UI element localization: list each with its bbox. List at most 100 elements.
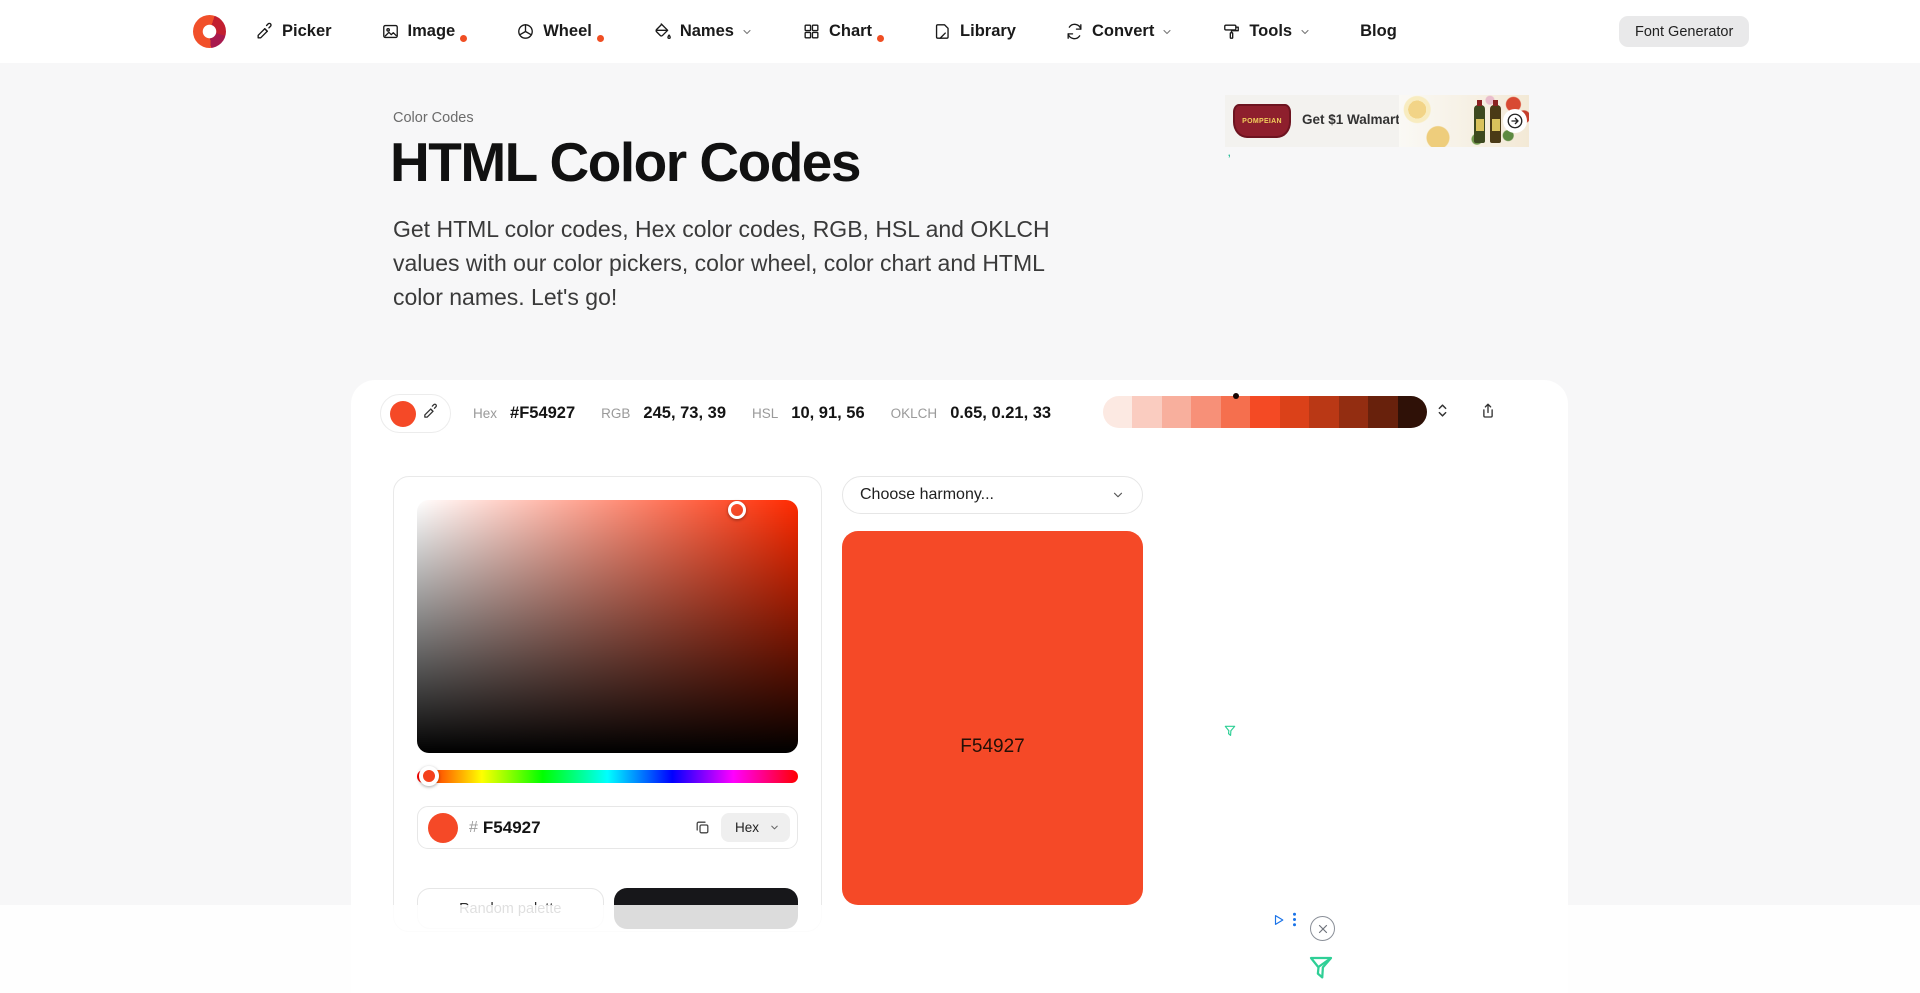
close-ad-icon[interactable] xyxy=(1310,916,1335,941)
nav-label: Picker xyxy=(282,22,332,41)
nav-label: Chart xyxy=(829,22,872,41)
chevron-down-icon xyxy=(1299,26,1311,38)
hue-slider[interactable] xyxy=(417,770,798,783)
nav-label: Names xyxy=(680,22,734,41)
paint-bucket-icon xyxy=(653,22,672,41)
freestar-mini-icon xyxy=(1223,724,1237,743)
eyedropper-icon xyxy=(255,22,274,41)
nav-item-chart[interactable]: Chart xyxy=(802,21,884,42)
ad-marker: , xyxy=(1228,148,1231,158)
ad-arrow-right-icon[interactable] xyxy=(1503,109,1527,133)
shade-segment[interactable] xyxy=(1162,396,1191,428)
nav-item-names[interactable]: Names xyxy=(653,22,753,41)
hsl-label: HSL xyxy=(752,406,778,421)
nav-label: Blog xyxy=(1360,22,1397,41)
paint-roller-icon xyxy=(1222,22,1241,41)
nav-label: Wheel xyxy=(543,22,592,41)
ad-brand-logo: POMPEIAN xyxy=(1233,104,1291,138)
hex-value: #F54927 xyxy=(510,404,575,423)
saturation-area[interactable] xyxy=(417,500,798,753)
nav-label: Tools xyxy=(1249,22,1292,41)
chevron-down-icon xyxy=(1111,488,1125,502)
shade-segment[interactable] xyxy=(1368,396,1397,428)
hex-input[interactable] xyxy=(483,818,694,838)
current-color-swatch xyxy=(390,401,416,427)
hex-label: Hex xyxy=(473,406,497,421)
ad-brand-text: POMPEIAN xyxy=(1242,118,1282,125)
copy-icon[interactable] xyxy=(694,819,711,836)
nav-item-library[interactable]: Library xyxy=(933,22,1016,41)
picker-card: Hex #F54927 RGB 245, 73, 39 HSL 10, 91, … xyxy=(351,380,1568,993)
site-logo[interactable] xyxy=(193,15,226,48)
hex-readout[interactable]: Hex #F54927 xyxy=(473,404,575,423)
hue-handle[interactable] xyxy=(419,766,439,786)
shade-palette-strip[interactable] xyxy=(1103,396,1427,428)
format-selected-value: Hex xyxy=(735,820,759,835)
rgb-value: 245, 73, 39 xyxy=(643,404,726,423)
swatch-book-icon xyxy=(933,22,952,41)
nav-item-tools[interactable]: Tools xyxy=(1222,22,1311,41)
expand-updown-icon[interactable] xyxy=(1434,402,1451,424)
hash-prefix: # xyxy=(469,819,478,837)
chevron-down-icon xyxy=(1161,26,1173,38)
breadcrumb[interactable]: Color Codes xyxy=(393,110,474,126)
color-readout: Hex #F54927 RGB 245, 73, 39 HSL 10, 91, … xyxy=(473,394,1051,433)
new-badge-dot xyxy=(877,35,884,42)
nav-item-picker[interactable]: Picker xyxy=(255,22,332,41)
nav-label: Image xyxy=(408,22,456,41)
new-badge-dot xyxy=(460,35,467,42)
eyedropper-pill[interactable] xyxy=(380,394,451,433)
ad-overlay xyxy=(0,905,1920,993)
shade-segment[interactable] xyxy=(1191,396,1220,428)
hex-input-row: # Hex xyxy=(417,806,798,849)
ad-banner[interactable]: POMPEIAN Get $1 Walmart Cash xyxy=(1225,95,1529,147)
freestar-logo-icon[interactable] xyxy=(1306,953,1336,988)
color-picker-panel: # Hex Random palette xyxy=(393,476,822,932)
nav-label: Convert xyxy=(1092,22,1154,41)
oklch-readout[interactable]: OKLCH 0.65, 0.21, 33 xyxy=(891,404,1051,423)
current-color-swatch xyxy=(428,813,458,843)
new-badge-dot xyxy=(597,35,604,42)
shade-segment[interactable] xyxy=(1250,396,1279,428)
chevron-down-icon xyxy=(741,26,753,38)
swatch-hex-label: F54927 xyxy=(960,736,1024,758)
color-swatch-large[interactable]: F54927 xyxy=(842,531,1143,905)
nav-item-wheel[interactable]: Wheel xyxy=(516,21,604,42)
top-nav: Picker Image Wheel Names Chart Library xyxy=(0,0,1920,63)
nav-item-blog[interactable]: Blog xyxy=(1360,22,1397,41)
harmony-select[interactable]: Choose harmony... xyxy=(842,476,1143,514)
share-icon[interactable] xyxy=(1479,402,1497,425)
olive-oil-bottle xyxy=(1490,105,1501,143)
adchoices-icon[interactable] xyxy=(1272,912,1297,927)
shade-segment[interactable] xyxy=(1339,396,1368,428)
hsl-readout[interactable]: HSL 10, 91, 56 xyxy=(752,404,865,423)
kebab-menu-icon xyxy=(1292,912,1297,927)
font-generator-button[interactable]: Font Generator xyxy=(1619,16,1749,47)
rgb-readout[interactable]: RGB 245, 73, 39 xyxy=(601,404,726,423)
shade-segment[interactable] xyxy=(1309,396,1338,428)
format-select[interactable]: Hex xyxy=(721,813,790,842)
hsl-value: 10, 91, 56 xyxy=(791,404,864,423)
nav-item-convert[interactable]: Convert xyxy=(1065,22,1173,41)
shade-segment[interactable] xyxy=(1221,396,1250,428)
oklch-value: 0.65, 0.21, 33 xyxy=(950,404,1051,423)
grid-icon xyxy=(802,22,821,41)
olive-oil-bottle xyxy=(1474,105,1485,143)
harmony-placeholder: Choose harmony... xyxy=(860,486,994,504)
shade-segment[interactable] xyxy=(1280,396,1309,428)
page-description: Get HTML color codes, Hex color codes, R… xyxy=(393,212,1065,314)
page-title: HTML Color Codes xyxy=(390,130,860,194)
shade-segment[interactable] xyxy=(1103,396,1132,428)
nav-item-image[interactable]: Image xyxy=(381,21,468,42)
nav-items: Picker Image Wheel Names Chart Library xyxy=(255,0,1397,63)
nav-label: Library xyxy=(960,22,1016,41)
saturation-cursor[interactable] xyxy=(728,501,746,519)
rgb-label: RGB xyxy=(601,406,630,421)
selected-shade-dot xyxy=(1233,393,1239,399)
image-icon xyxy=(381,22,400,41)
shade-segment[interactable] xyxy=(1132,396,1161,428)
wheel-icon xyxy=(516,22,535,41)
eyedropper-icon[interactable] xyxy=(422,403,439,425)
convert-cycle-icon xyxy=(1065,22,1084,41)
shade-segment[interactable] xyxy=(1398,396,1427,428)
